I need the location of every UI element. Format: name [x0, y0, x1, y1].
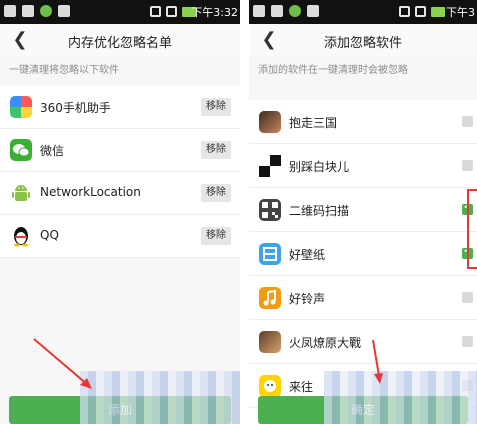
select-checkbox[interactable] [462, 336, 473, 347]
wallpaper-icon [259, 243, 281, 265]
select-checkbox[interactable] [462, 116, 473, 127]
panel-divider [240, 0, 249, 424]
qr-code-icon [259, 199, 281, 221]
signal-icon [415, 6, 426, 17]
phoenix-game-icon [259, 331, 281, 353]
wifi-icon [399, 6, 410, 17]
app-name: 好壁纸 [289, 248, 326, 262]
notification-icon [289, 5, 301, 17]
app-name: NetworkLocation [40, 185, 141, 199]
select-checkbox[interactable] [462, 160, 473, 171]
app-name: 好铃声 [289, 292, 326, 306]
app-name: 来往 [289, 380, 314, 394]
list-item[interactable]: 好铃声 [249, 276, 477, 320]
notification-icon [253, 5, 265, 17]
battery-icon [431, 7, 445, 17]
notification-icon [271, 5, 283, 17]
remove-button[interactable]: 移除 [201, 227, 231, 245]
notification-icon [307, 5, 319, 17]
title-bar: ❮ 添加忽略软件 [249, 24, 477, 56]
360-assistant-icon [10, 96, 32, 118]
wifi-icon [150, 6, 161, 17]
list-item[interactable]: 二维码扫描 [249, 188, 477, 232]
remove-button[interactable]: 移除 [201, 141, 231, 159]
laiwang-icon [259, 375, 281, 397]
list-item[interactable]: 抱走三国 [249, 100, 477, 144]
piano-tiles-icon [259, 155, 281, 177]
list-item: 微信 移除 [0, 129, 240, 172]
android-icon [10, 182, 32, 204]
qq-penguin-icon [10, 225, 32, 247]
wechat-icon [10, 139, 32, 161]
red-highlight-box [467, 189, 477, 269]
remove-button[interactable]: 移除 [201, 184, 231, 202]
app-name: 360手机助手 [40, 101, 111, 115]
notification-icon [58, 5, 70, 17]
list-item[interactable]: 好壁纸 [249, 232, 477, 276]
music-note-icon [259, 287, 281, 309]
signal-icon [166, 6, 177, 17]
list-item: NetworkLocation 移除 [0, 172, 240, 215]
ignore-list-screen: 下午3:32 ❮ 内存优化忽略名单 一键清理将忽略以下软件 360手机助手 移除… [0, 0, 240, 424]
app-name: QQ [40, 228, 59, 242]
watermark-overlay [324, 371, 477, 424]
add-ignore-screen: 下午3 ❮ 添加忽略软件 添加的软件在一键清理时会被忽略 抱走三国 别踩白块儿 … [249, 0, 477, 424]
status-bar: 下午3:32 [0, 0, 240, 24]
status-bar: 下午3 [249, 0, 477, 24]
list-item: QQ 移除 [0, 215, 240, 258]
app-name: 微信 [40, 144, 65, 158]
section-hint: 添加的软件在一键清理时会被忽略 [258, 65, 408, 76]
app-name: 火凤燎原大戰 [289, 336, 362, 350]
notification-icon [4, 5, 16, 17]
app-name: 抱走三国 [289, 116, 338, 130]
status-time: 下午3:32 [191, 6, 238, 19]
ignored-app-list: 360手机助手 移除 微信 移除 NetworkLocation 移除 QQ 移… [0, 86, 240, 258]
page-title: 添加忽略软件 [323, 36, 402, 51]
status-time: 下午3 [446, 6, 475, 19]
app-name: 别踩白块儿 [289, 160, 350, 174]
notification-icon [40, 5, 52, 17]
watermark-overlay [80, 371, 240, 424]
list-item: 360手机助手 移除 [0, 86, 240, 129]
select-checkbox[interactable] [462, 292, 473, 303]
page-title: 内存优化忽略名单 [67, 36, 172, 51]
sanguo-game-icon [259, 111, 281, 133]
remove-button[interactable]: 移除 [201, 98, 231, 116]
list-item[interactable]: 火凤燎原大戰 [249, 320, 477, 364]
section-hint: 一键清理将忽略以下软件 [9, 65, 119, 76]
list-item[interactable]: 别踩白块儿 [249, 144, 477, 188]
app-name: 二维码扫描 [289, 204, 350, 218]
notification-icon [22, 5, 34, 17]
title-bar: ❮ 内存优化忽略名单 [0, 24, 240, 56]
